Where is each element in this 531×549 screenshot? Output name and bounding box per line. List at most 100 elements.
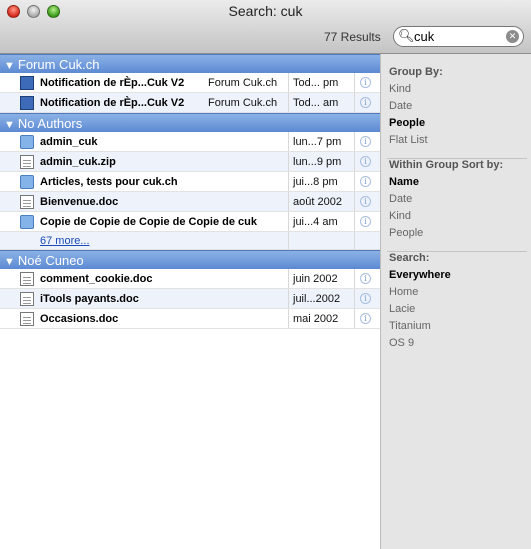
- result-date: mai 2002: [293, 313, 339, 325]
- group-by-option[interactable]: Date: [389, 100, 412, 112]
- result-kind: Forum Cuk.ch: [208, 77, 278, 89]
- column-divider: [288, 192, 289, 211]
- results-count: 77 Results: [324, 30, 381, 44]
- sort-by-option[interactable]: Kind: [389, 210, 411, 222]
- info-icon[interactable]: i: [360, 156, 371, 167]
- group-label: Forum Cuk.ch: [17, 57, 100, 72]
- result-kind: Forum Cuk.ch: [208, 97, 278, 109]
- group-by-option[interactable]: People: [389, 117, 425, 129]
- column-divider: [354, 192, 355, 211]
- result-row[interactable]: comment_cookie.doc juin 2002 i: [0, 269, 380, 289]
- column-divider: [354, 212, 355, 231]
- result-name: Occasions.doc: [40, 313, 119, 325]
- column-divider: [354, 269, 355, 288]
- result-row[interactable]: iTools payants.doc juil...2002 i: [0, 289, 380, 309]
- window-title: Search: cuk: [228, 3, 303, 19]
- folder-icon: [20, 175, 34, 189]
- result-date: juil...2002: [293, 293, 341, 305]
- info-icon[interactable]: i: [360, 136, 371, 147]
- group-by-option[interactable]: Flat List: [389, 134, 428, 146]
- search-window: Search: cuk 77 Results 🔍︎ cuk ✕ ▼ Forum C…: [0, 0, 531, 549]
- column-divider: [354, 309, 355, 328]
- info-icon[interactable]: i: [360, 77, 371, 88]
- group-header[interactable]: ▼ Noé Cuneo: [0, 250, 380, 269]
- group-header[interactable]: ▼ Forum Cuk.ch: [0, 54, 380, 73]
- info-icon[interactable]: i: [360, 216, 371, 227]
- column-divider: [354, 132, 355, 151]
- more-results-row: 67 more...: [0, 232, 380, 250]
- result-row[interactable]: Notification de rÈp...Cuk V2 Forum Cuk.ch…: [0, 73, 380, 93]
- result-name: Notification de rÈp...Cuk V2: [40, 97, 185, 109]
- result-row[interactable]: Occasions.doc mai 2002 i: [0, 309, 380, 329]
- mail-icon: [20, 76, 34, 90]
- info-icon[interactable]: i: [360, 97, 371, 108]
- search-scope-option[interactable]: Home: [389, 286, 418, 298]
- group-label: Noé Cuneo: [17, 253, 84, 268]
- result-row[interactable]: Articles, tests pour cuk.ch jui...8 pm i: [0, 172, 380, 192]
- search-scope-option[interactable]: Titanium: [389, 320, 431, 332]
- document-icon: [20, 272, 34, 286]
- result-row[interactable]: Notification de rÈp...Cuk V2 Forum Cuk.ch…: [0, 93, 380, 113]
- result-row[interactable]: Bienvenue.doc août 2002 i: [0, 192, 380, 212]
- sort-by-option[interactable]: Date: [389, 193, 412, 205]
- mail-icon: [20, 96, 34, 110]
- folder-icon: [20, 215, 34, 229]
- search-input[interactable]: cuk: [414, 29, 434, 44]
- info-icon[interactable]: i: [360, 293, 371, 304]
- search-scope-option[interactable]: Lacie: [389, 303, 415, 315]
- sort-by-option[interactable]: People: [389, 227, 423, 239]
- result-name: comment_cookie.doc: [40, 273, 153, 285]
- column-divider: [288, 289, 289, 308]
- column-divider: [354, 232, 355, 249]
- result-date: Tod... pm: [293, 77, 339, 89]
- column-divider: [288, 73, 289, 92]
- result-date: Tod... am: [293, 97, 339, 109]
- result-date: lun...7 pm: [293, 136, 342, 148]
- column-divider: [288, 172, 289, 191]
- column-divider: [288, 152, 289, 171]
- column-divider: [354, 152, 355, 171]
- result-name: Articles, tests pour cuk.ch: [40, 176, 178, 188]
- clear-search-icon[interactable]: ✕: [506, 30, 519, 43]
- result-name: Bienvenue.doc: [40, 196, 119, 208]
- result-row[interactable]: Copie de Copie de Copie de Copie de cuk j…: [0, 212, 380, 232]
- results-list: ▼ Forum Cuk.ch Notification de rÈp...Cuk V…: [0, 54, 380, 329]
- result-name: admin_cuk.zip: [40, 156, 116, 168]
- info-icon[interactable]: i: [360, 176, 371, 187]
- result-row[interactable]: admin_cuk.zip lun...9 pm i: [0, 152, 380, 172]
- search-scope-heading: Search:: [389, 252, 430, 264]
- column-divider: [288, 212, 289, 231]
- folder-icon: [20, 135, 34, 149]
- result-date: lun...9 pm: [293, 156, 342, 168]
- more-results-link[interactable]: 67 more...: [40, 232, 90, 250]
- toolbar: Search: cuk 77 Results 🔍︎ cuk ✕: [0, 0, 531, 54]
- column-divider: [288, 93, 289, 112]
- search-field[interactable]: 🔍︎ cuk ✕: [393, 26, 524, 47]
- group-label: No Authors: [17, 116, 83, 131]
- result-date: jui...8 pm: [293, 176, 338, 188]
- info-icon[interactable]: i: [360, 273, 371, 284]
- group-header[interactable]: ▼ No Authors: [0, 113, 380, 132]
- column-divider: [288, 309, 289, 328]
- document-icon: [20, 155, 34, 169]
- result-date: août 2002: [293, 196, 342, 208]
- info-icon[interactable]: i: [360, 196, 371, 207]
- sort-by-option[interactable]: Name: [389, 176, 419, 188]
- result-name: Copie de Copie de Copie de Copie de cuk: [40, 216, 257, 228]
- column-divider: [288, 269, 289, 288]
- result-row[interactable]: admin_cuk lun...7 pm i: [0, 132, 380, 152]
- search-scope-option[interactable]: Everywhere: [389, 269, 451, 281]
- column-divider: [288, 232, 289, 249]
- column-divider: [354, 73, 355, 92]
- group-by-option[interactable]: Kind: [389, 83, 411, 95]
- group-by-heading: Group By:: [389, 66, 443, 78]
- document-icon: [20, 312, 34, 326]
- document-icon: [20, 195, 34, 209]
- column-divider: [354, 172, 355, 191]
- search-icon: 🔍︎: [398, 28, 415, 43]
- result-date: juin 2002: [293, 273, 338, 285]
- info-icon[interactable]: i: [360, 313, 371, 324]
- result-name: Notification de rÈp...Cuk V2: [40, 77, 185, 89]
- search-scope-option[interactable]: OS 9: [389, 337, 414, 349]
- result-date: jui...4 am: [293, 216, 338, 228]
